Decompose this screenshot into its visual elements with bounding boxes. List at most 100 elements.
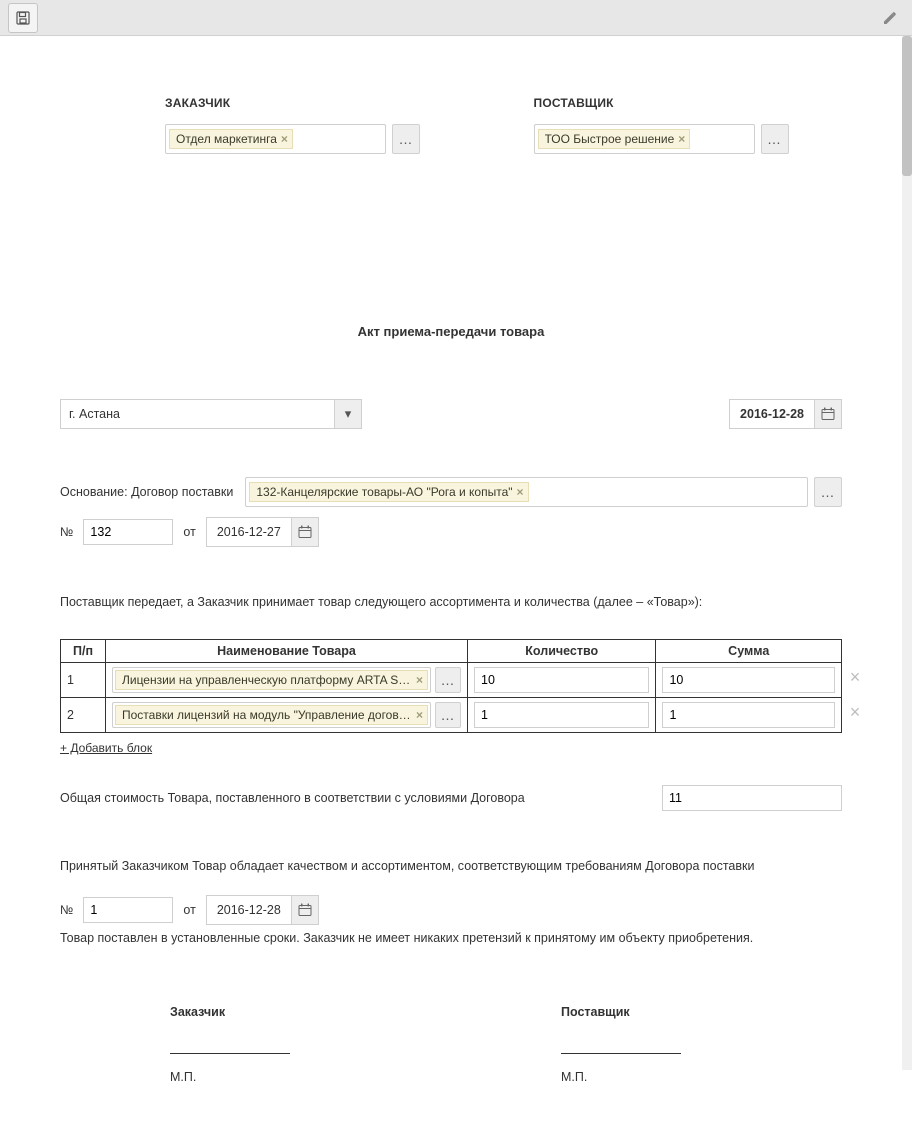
page-body: ЗАКАЗЧИК Отдел маркетинга × … ПОСТАВЩИК — [0, 36, 912, 1070]
remove-item-icon[interactable]: × — [416, 708, 423, 722]
remove-supplier-icon[interactable]: × — [678, 132, 685, 146]
add-block-link[interactable]: + Добавить блок — [60, 741, 152, 755]
header-name: Наименование Товара — [105, 640, 467, 663]
city-date-row: г. Астана ▾ 2016-12-28 — [60, 399, 842, 429]
doc-date-value: 2016-12-28 — [730, 400, 814, 428]
item-picker[interactable]: Поставки лицензий на модуль "Управление … — [112, 702, 431, 728]
supplier-sig-label: Поставщик — [561, 1005, 842, 1019]
signatures: Заказчик М.П. Поставщик М.П. — [60, 1005, 842, 1084]
city-select[interactable]: г. Астана ▾ — [60, 399, 362, 429]
basis-browse-button[interactable]: … — [814, 477, 842, 507]
calendar-glyph-icon — [298, 903, 312, 917]
calendar-icon[interactable] — [814, 400, 841, 428]
customer-column: ЗАКАЗЧИК Отдел маркетинга × … — [165, 96, 474, 154]
basis-tag-text: 132-Канцелярские товары-АО "Рога и копыт… — [256, 485, 512, 499]
delete-row-icon[interactable]: × — [847, 702, 863, 723]
save-button[interactable] — [8, 3, 38, 33]
dropdown-arrow-icon[interactable]: ▾ — [334, 400, 361, 428]
item-picker[interactable]: Лицензии на управленческую платформу ART… — [112, 667, 431, 693]
scrollbar-thumb[interactable] — [902, 36, 912, 176]
supplier-mp: М.П. — [561, 1070, 842, 1084]
basis-number-input[interactable] — [83, 519, 173, 545]
basis-row: Основание: Договор поставки 132-Канцеляр… — [60, 477, 842, 507]
table-row: 1 Лицензии на управленческую платформу A… — [61, 663, 842, 698]
total-row: Общая стоимость Товара, поставленного в … — [60, 785, 842, 811]
cell-qty — [468, 663, 656, 698]
sum-input[interactable] — [662, 667, 835, 693]
supplier-tag: ТОО Быстрое решение × — [538, 129, 691, 149]
document-title: Акт приема-передачи товара — [60, 324, 842, 339]
header-qty: Количество — [468, 640, 656, 663]
cell-sum: × — [656, 663, 842, 698]
customer-tag: Отдел маркетинга × — [169, 129, 293, 149]
total-input[interactable] — [662, 785, 842, 811]
table-header-row: П/п Наименование Товара Количество Сумма — [61, 640, 842, 663]
document: ЗАКАЗЧИК Отдел маркетинга × … ПОСТАВЩИК — [0, 36, 902, 1144]
basis-num-label: № — [60, 525, 73, 539]
calendar-icon[interactable] — [291, 896, 318, 924]
item-tag-text: Лицензии на управленческую платформу ART… — [122, 673, 412, 687]
sum-input[interactable] — [662, 702, 835, 728]
basis-date-picker[interactable]: 2016-12-27 — [206, 517, 319, 547]
table-row: 2 Поставки лицензий на модуль "Управлени… — [61, 698, 842, 733]
city-value: г. Астана — [61, 400, 334, 428]
basis-date-value: 2016-12-27 — [207, 518, 291, 546]
remove-basis-icon[interactable]: × — [517, 485, 524, 499]
delete-row-icon[interactable]: × — [847, 667, 863, 688]
customer-sig-line — [170, 1019, 290, 1054]
basis-picker[interactable]: 132-Канцелярские товары-АО "Рога и копыт… — [245, 477, 808, 507]
item-tag-text: Поставки лицензий на модуль "Управление … — [122, 708, 412, 722]
quality-number-row: № от 2016-12-28 — [60, 895, 842, 925]
cell-pp: 2 — [61, 698, 106, 733]
quality-number-input[interactable] — [83, 897, 173, 923]
cell-qty — [468, 698, 656, 733]
supplier-label: ПОСТАВЩИК — [534, 96, 843, 110]
edit-button[interactable] — [876, 4, 904, 32]
item-browse-button[interactable]: … — [435, 667, 461, 693]
vertical-scrollbar[interactable] — [902, 36, 912, 1070]
calendar-icon[interactable] — [291, 518, 318, 546]
goods-table: П/п Наименование Товара Количество Сумма… — [60, 639, 842, 733]
quality-num-label: № — [60, 903, 73, 917]
pencil-icon — [882, 10, 898, 26]
quality-paragraph: Принятый Заказчиком Товар обладает качес… — [60, 859, 842, 873]
customer-mp: М.П. — [170, 1070, 451, 1084]
doc-date-picker[interactable]: 2016-12-28 — [729, 399, 842, 429]
remove-item-icon[interactable]: × — [416, 673, 423, 687]
item-tag: Лицензии на управленческую платформу ART… — [115, 670, 428, 690]
customer-label: ЗАКАЗЧИК — [165, 96, 474, 110]
supplier-column: ПОСТАВЩИК ТОО Быстрое решение × … — [534, 96, 843, 154]
parties-row: ЗАКАЗЧИК Отдел маркетинга × … ПОСТАВЩИК — [60, 96, 842, 154]
qty-input[interactable] — [474, 667, 649, 693]
save-icon — [15, 10, 31, 26]
toolbar — [0, 0, 912, 36]
basis-from-label: от — [183, 525, 195, 539]
cell-name: Лицензии на управленческую платформу ART… — [105, 663, 467, 698]
intro-paragraph: Поставщик передает, а Заказчик принимает… — [60, 595, 842, 609]
cell-sum: × — [656, 698, 842, 733]
basis-tag: 132-Канцелярские товары-АО "Рога и копыт… — [249, 482, 528, 502]
customer-tag-text: Отдел маркетинга — [176, 132, 277, 146]
basis-label: Основание: Договор поставки — [60, 485, 233, 499]
header-pp: П/п — [61, 640, 106, 663]
customer-browse-button[interactable]: … — [392, 124, 420, 154]
qty-input[interactable] — [474, 702, 649, 728]
supplier-signature: Поставщик М.П. — [451, 1005, 842, 1084]
supplier-browse-button[interactable]: … — [761, 124, 789, 154]
supplier-sig-line — [561, 1019, 681, 1054]
total-label: Общая стоимость Товара, поставленного в … — [60, 791, 525, 805]
item-tag: Поставки лицензий на модуль "Управление … — [115, 705, 428, 725]
header-sum: Сумма — [656, 640, 842, 663]
basis-number-row: № от 2016-12-27 — [60, 517, 842, 547]
customer-signature: Заказчик М.П. — [60, 1005, 451, 1084]
footer-paragraph: Товар поставлен в установленные сроки. З… — [60, 931, 842, 945]
item-browse-button[interactable]: … — [435, 702, 461, 728]
quality-date-value: 2016-12-28 — [207, 896, 291, 924]
quality-date-picker[interactable]: 2016-12-28 — [206, 895, 319, 925]
customer-sig-label: Заказчик — [170, 1005, 451, 1019]
supplier-picker[interactable]: ТОО Быстрое решение × — [534, 124, 755, 154]
cell-pp: 1 — [61, 663, 106, 698]
remove-customer-icon[interactable]: × — [281, 132, 288, 146]
cell-name: Поставки лицензий на модуль "Управление … — [105, 698, 467, 733]
customer-picker[interactable]: Отдел маркетинга × — [165, 124, 386, 154]
